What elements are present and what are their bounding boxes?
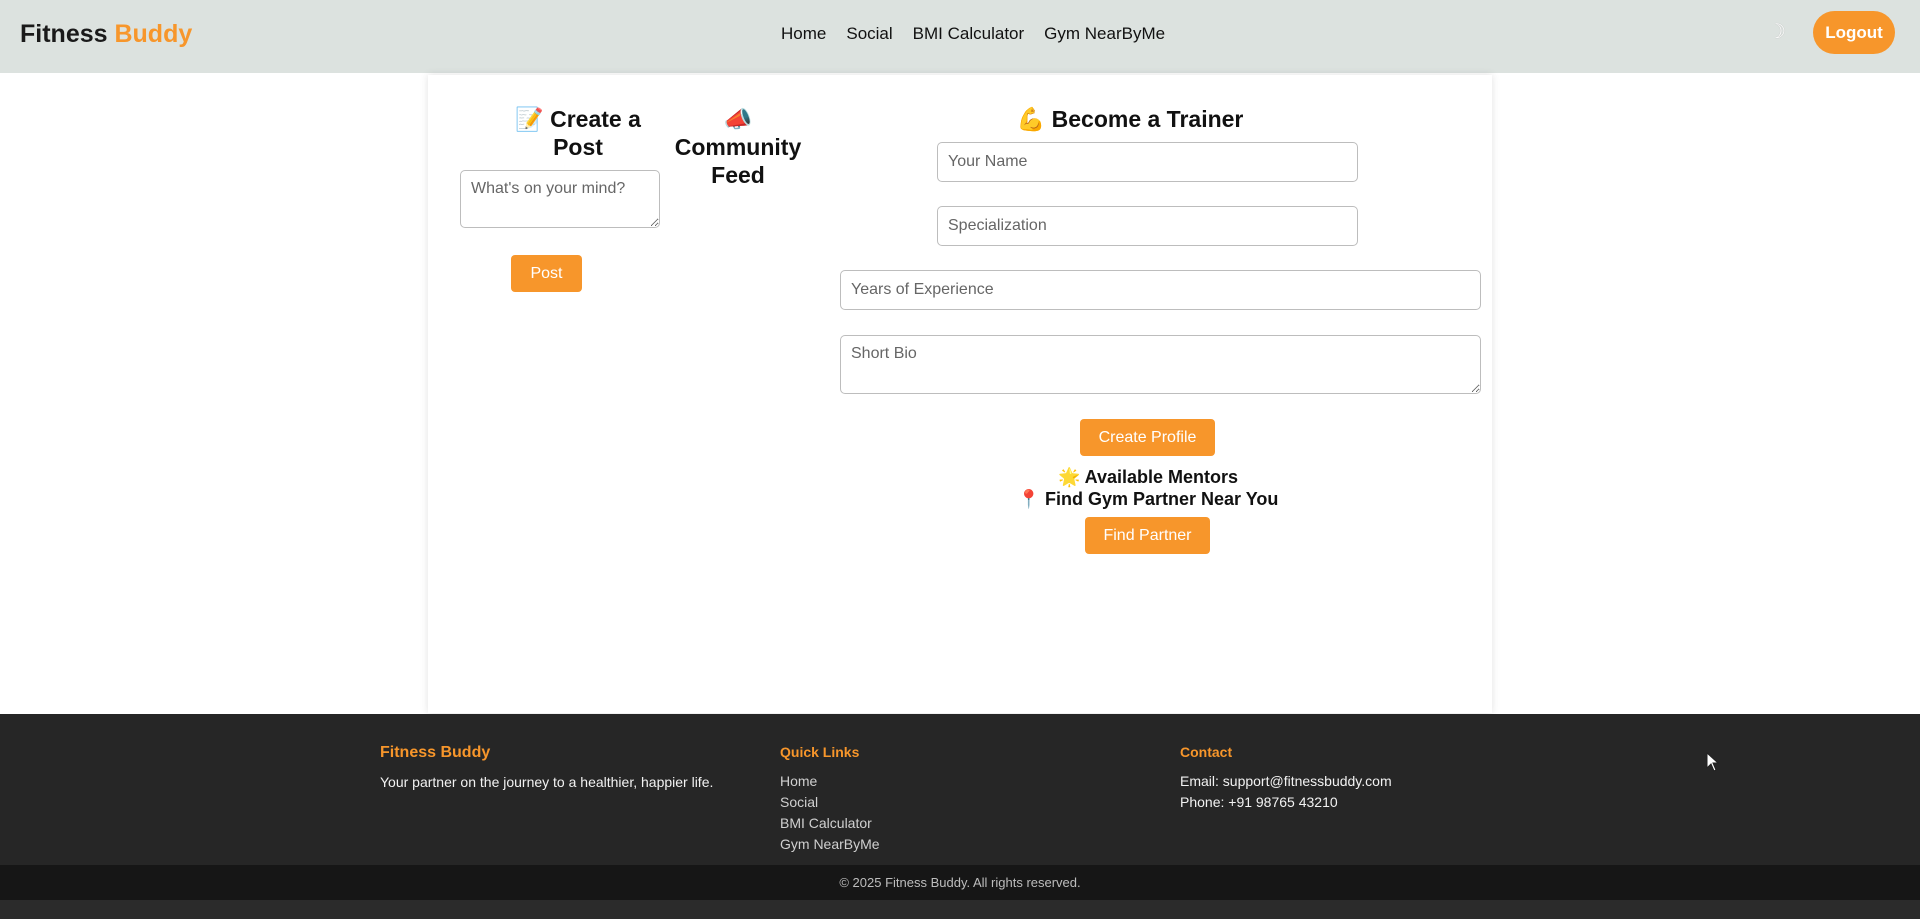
main-card: 📝 Create a Post Post 📣 Community Feed 💪 … <box>428 75 1492 713</box>
quick-links-title: Quick Links <box>780 744 860 760</box>
specialization-input[interactable] <box>937 206 1358 246</box>
footer-quick-links: Quick Links Home Social BMI Calculator G… <box>780 744 880 855</box>
bottom-strip <box>0 900 1920 919</box>
footer-link-gym-nearbyme[interactable]: Gym NearByMe <box>780 834 880 855</box>
find-partner-button[interactable]: Find Partner <box>1085 517 1210 554</box>
nav-link-gym-nearbyme[interactable]: Gym NearByMe <box>1044 24 1165 44</box>
nav-link-home[interactable]: Home <box>781 24 826 44</box>
copyright-bar: © 2025 Fitness Buddy. All rights reserve… <box>0 865 1920 900</box>
community-feed-heading-line1: Community <box>674 134 802 160</box>
contact-title: Contact <box>1180 744 1233 760</box>
logout-button[interactable]: Logout <box>1813 11 1895 54</box>
top-navbar: Fitness Buddy Home Social BMI Calculator… <box>0 0 1920 73</box>
contact-phone: Phone: +91 98765 43210 <box>1180 794 1338 810</box>
brand-logo[interactable]: Fitness Buddy <box>20 20 192 49</box>
find-gym-partner-heading: 📍 Find Gym Partner Near You <box>1017 489 1279 509</box>
brand-main-text: Fitness <box>20 20 108 48</box>
create-profile-button[interactable]: Create Profile <box>1080 419 1215 456</box>
footer-link-social[interactable]: Social <box>780 792 880 813</box>
footer-contact: Contact Email: support@fitnessbuddy.com … <box>1180 744 1392 813</box>
footer-about: Fitness Buddy Your partner on the journe… <box>380 744 713 793</box>
create-post-heading-line1: 📝 Create a <box>515 106 641 132</box>
nav-link-social[interactable]: Social <box>846 24 892 44</box>
become-trainer-heading: 💪 Become a Trainer <box>1016 106 1244 132</box>
create-post-heading-line2: Post <box>553 134 603 160</box>
community-feed-heading-line2: Feed <box>711 162 765 188</box>
post-textarea[interactable] <box>460 170 660 228</box>
available-mentors-heading: 🌟 Available Mentors <box>1057 467 1239 487</box>
community-feed-heading: 📣 Community Feed <box>668 105 808 189</box>
nav-link-bmi-calculator[interactable]: BMI Calculator <box>913 24 1024 44</box>
megaphone-icon: 📣 <box>723 106 753 132</box>
create-post-heading: 📝 Create a Post <box>478 105 678 161</box>
brand-accent-text: Buddy <box>114 20 193 48</box>
footer-link-bmi-calculator[interactable]: BMI Calculator <box>780 813 880 834</box>
site-footer: Fitness Buddy Your partner on the journe… <box>0 714 1920 865</box>
experience-input[interactable] <box>840 270 1481 310</box>
mouse-cursor-icon <box>1706 752 1720 772</box>
footer-brand: Fitness Buddy <box>380 744 491 761</box>
footer-link-home[interactable]: Home <box>780 771 880 792</box>
footer-tagline: Your partner on the journey to a healthi… <box>380 774 714 790</box>
main-nav: Home Social BMI Calculator Gym NearByMe <box>781 24 1165 44</box>
trainer-name-input[interactable] <box>937 142 1358 182</box>
contact-email: Email: support@fitnessbuddy.com <box>1180 773 1392 789</box>
post-button[interactable]: Post <box>511 255 582 292</box>
moon-icon[interactable]: ☽ <box>1768 19 1786 44</box>
short-bio-textarea[interactable] <box>840 335 1481 394</box>
